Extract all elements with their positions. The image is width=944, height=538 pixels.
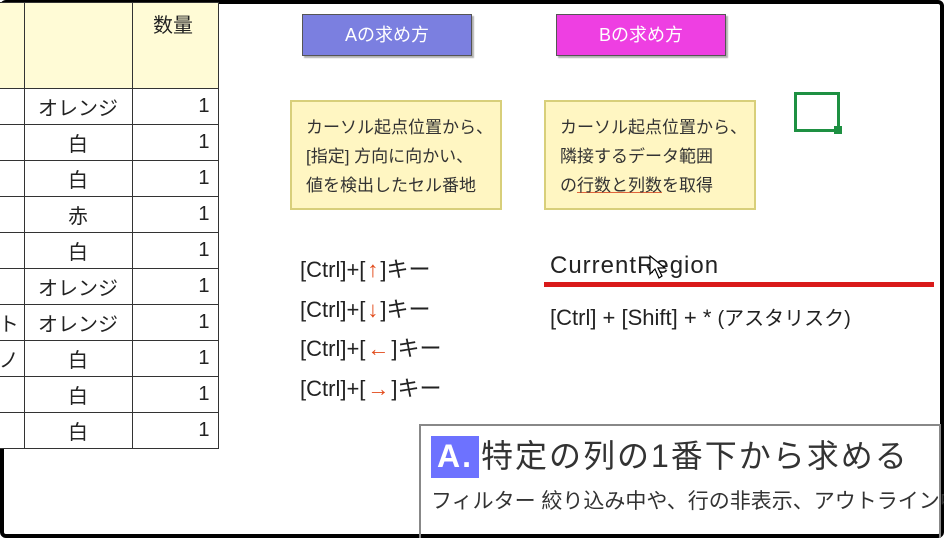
- cell-color[interactable]: オレンジ: [24, 89, 132, 125]
- cell-color[interactable]: 白: [24, 233, 132, 269]
- red-underline: [544, 282, 934, 287]
- cell-qty[interactable]: 1: [132, 269, 218, 305]
- note-b-line3: の行数と列数を取得: [560, 172, 744, 201]
- method-b-shortcuts: CurrentRegion [Ctrl] + [Shift] + * (アスタリ…: [550, 252, 851, 331]
- active-cell-selection[interactable]: [794, 92, 840, 132]
- cell-qty[interactable]: 1: [132, 305, 218, 341]
- asterisk-label: (アスタリスク): [718, 308, 851, 330]
- method-a-shortcuts: [Ctrl]+[ ↑ ]キー [Ctrl]+[ ↓ ]キー [Ctrl]+[ ←…: [300, 250, 442, 408]
- note-a-line2: [指定] 方向に向かい、: [306, 143, 490, 172]
- arrow-up-icon: ↑: [365, 250, 380, 290]
- note-b-line3-underline: 行数と列数: [577, 176, 662, 195]
- header-color: 色: [24, 3, 132, 89]
- note-a-line3: 値を検出したセル番地: [306, 172, 490, 201]
- table-row[interactable]: 白1: [0, 377, 218, 413]
- cell-name[interactable]: [0, 413, 24, 449]
- cell-qty[interactable]: 1: [132, 161, 218, 197]
- data-table[interactable]: 色 数量 オレンジ1 白1 白1 赤1 白1 オレンジ1 トオレンジ1 ノ白1 …: [0, 2, 219, 449]
- table-row[interactable]: 白1: [0, 233, 218, 269]
- section-a-subtext: フィルター 絞り込み中や、行の非表示、アウトライン中は: [431, 488, 929, 515]
- current-region-title: CurrentRegion: [550, 252, 851, 280]
- note-b-line3-suffix: を取得: [662, 176, 713, 195]
- note-b-line1: カーソル起点位置から、: [560, 114, 744, 143]
- shortcut-post: ]キー: [380, 250, 430, 290]
- table-row[interactable]: オレンジ1: [0, 89, 218, 125]
- table-row[interactable]: トオレンジ1: [0, 305, 218, 341]
- cell-qty[interactable]: 1: [132, 413, 218, 449]
- table-header: 色 数量: [0, 3, 218, 89]
- cell-name[interactable]: [0, 269, 24, 305]
- cell-color[interactable]: 白: [24, 125, 132, 161]
- cell-color[interactable]: オレンジ: [24, 305, 132, 341]
- shortcut-pre: [Ctrl]+[: [300, 329, 365, 369]
- current-region-shortcut: [Ctrl] + [Shift] + * (アスタリスク): [550, 302, 851, 331]
- note-b-line2: 隣接するデータ範囲: [560, 143, 744, 172]
- note-a-line1: カーソル起点位置から、: [306, 114, 490, 143]
- method-b-note: カーソル起点位置から、 隣接するデータ範囲 の行数と列数を取得: [544, 100, 756, 210]
- cell-qty[interactable]: 1: [132, 197, 218, 233]
- cell-color[interactable]: 赤: [24, 197, 132, 233]
- table-row[interactable]: 白1: [0, 161, 218, 197]
- table-row[interactable]: 赤1: [0, 197, 218, 233]
- method-b-button[interactable]: Bの求め方: [556, 14, 726, 56]
- table-row[interactable]: オレンジ1: [0, 269, 218, 305]
- table-row[interactable]: ノ白1: [0, 341, 218, 377]
- shortcut-row: [Ctrl]+[ ↓ ]キー: [300, 290, 442, 330]
- shortcut-post: ]キー: [380, 290, 430, 330]
- shortcut-pre: [Ctrl]+[: [300, 250, 365, 290]
- arrow-right-icon: →: [365, 369, 391, 409]
- shortcut-row: [Ctrl]+[ ← ]キー: [300, 329, 442, 369]
- section-a-heading: A.特定の列の1番下から求める: [431, 436, 929, 478]
- shortcut-post: ]キー: [391, 369, 441, 409]
- cell-color[interactable]: 白: [24, 413, 132, 449]
- method-a-button[interactable]: Aの求め方: [302, 14, 472, 56]
- cell-name[interactable]: [0, 125, 24, 161]
- cell-color[interactable]: 白: [24, 161, 132, 197]
- table-row[interactable]: 白1: [0, 413, 218, 449]
- section-a-badge: A.: [431, 436, 479, 478]
- shortcut-pre: [Ctrl]+[: [300, 369, 365, 409]
- cell-color[interactable]: 白: [24, 377, 132, 413]
- cell-name[interactable]: [0, 233, 24, 269]
- note-b-line3-prefix: の: [560, 176, 577, 195]
- header-qty: 数量: [132, 3, 218, 89]
- cell-color[interactable]: オレンジ: [24, 269, 132, 305]
- shortcut-row: [Ctrl]+[ ↑ ]キー: [300, 250, 442, 290]
- section-a-title: 特定の列の1番下から求める: [481, 438, 909, 474]
- shortcut-post: ]キー: [391, 329, 441, 369]
- shortcut-row: [Ctrl]+[ → ]キー: [300, 369, 442, 409]
- cell-name[interactable]: [0, 197, 24, 233]
- section-a-box: A.特定の列の1番下から求める フィルター 絞り込み中や、行の非表示、アウトライ…: [419, 424, 941, 538]
- table-body: オレンジ1 白1 白1 赤1 白1 オレンジ1 トオレンジ1 ノ白1 白1 白1: [0, 89, 218, 449]
- method-a-note: カーソル起点位置から、 [指定] 方向に向かい、 値を検出したセル番地: [290, 100, 502, 210]
- cell-name[interactable]: [0, 161, 24, 197]
- cell-name[interactable]: [0, 377, 24, 413]
- arrow-down-icon: ↓: [365, 290, 380, 330]
- cell-name[interactable]: ト: [0, 305, 24, 341]
- cell-qty[interactable]: 1: [132, 233, 218, 269]
- shortcut-keys: [Ctrl] + [Shift] + *: [550, 305, 711, 330]
- cell-qty[interactable]: 1: [132, 377, 218, 413]
- cell-qty[interactable]: 1: [132, 341, 218, 377]
- cell-qty[interactable]: 1: [132, 125, 218, 161]
- arrow-left-icon: ←: [365, 329, 391, 369]
- table-row[interactable]: 白1: [0, 125, 218, 161]
- cell-name[interactable]: ノ: [0, 341, 24, 377]
- cell-name[interactable]: [0, 89, 24, 125]
- screenshot-root: 色 数量 オレンジ1 白1 白1 赤1 白1 オレンジ1 トオレンジ1 ノ白1 …: [0, 0, 944, 538]
- header-name: [0, 3, 24, 89]
- cell-qty[interactable]: 1: [132, 89, 218, 125]
- cell-color[interactable]: 白: [24, 341, 132, 377]
- shortcut-pre: [Ctrl]+[: [300, 290, 365, 330]
